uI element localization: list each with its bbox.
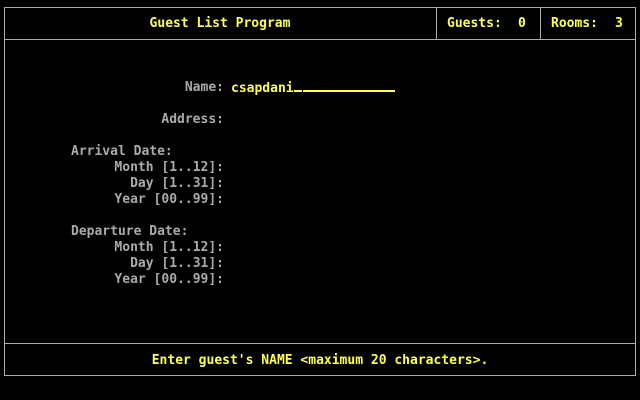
name-input-value: csapdani <box>231 81 294 96</box>
address-label: Address: <box>161 112 224 127</box>
status-divider <box>4 343 636 344</box>
name-label: Name: <box>184 80 224 95</box>
name-input[interactable]: csapdani <box>231 80 395 96</box>
departure-day-label: Day [1..31]: <box>130 256 224 271</box>
arrival-month-label: Month [1..12]: <box>114 160 224 175</box>
guests-label: Guests: <box>447 16 502 31</box>
header-separator-1 <box>436 7 437 40</box>
text-cursor <box>293 80 302 92</box>
guests-count: 0 <box>518 16 526 31</box>
name-input-blank <box>302 80 395 92</box>
rooms-count: 3 <box>615 16 623 31</box>
arrival-year-label: Year [00..99]: <box>114 192 224 207</box>
status-message: Enter guest's NAME <maximum 20 character… <box>151 353 489 368</box>
arrival-day-label: Day [1..31]: <box>130 176 224 191</box>
departure-month-label: Month [1..12]: <box>114 240 224 255</box>
departure-date-heading: Departure Date: <box>71 224 189 239</box>
app-title: Guest List Program <box>149 16 291 31</box>
arrival-date-heading: Arrival Date: <box>71 144 173 159</box>
rooms-label: Rooms: <box>551 16 598 31</box>
header-separator-2 <box>540 7 541 40</box>
departure-year-label: Year [00..99]: <box>114 272 224 287</box>
